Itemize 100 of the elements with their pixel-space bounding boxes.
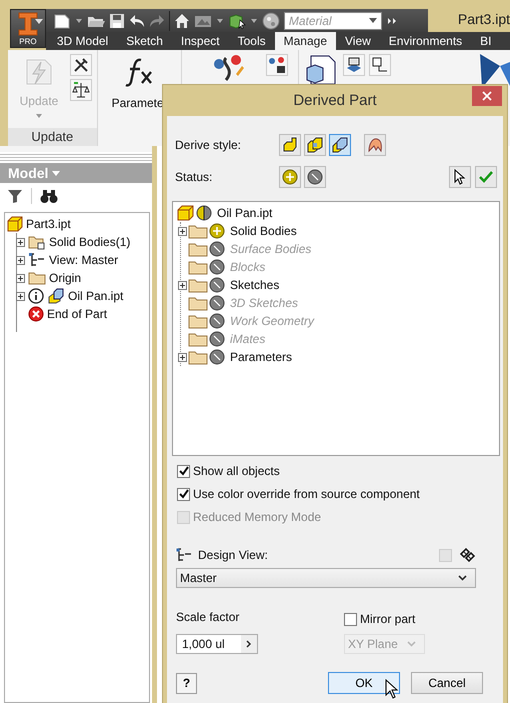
part-cube-icon [7, 216, 23, 232]
exclude-status-icon [209, 349, 225, 365]
folder-icon [28, 234, 46, 250]
mirror-checkbox[interactable] [344, 612, 357, 626]
expand-icon[interactable] [16, 292, 25, 300]
expand-icon[interactable] [178, 280, 187, 290]
ribbon-tab[interactable]: Tools [228, 32, 275, 50]
ribbon-tab[interactable]: 3D Model [48, 32, 118, 50]
error-icon [28, 306, 44, 322]
splitter-grip[interactable] [0, 146, 152, 163]
folder-icon [188, 349, 208, 365]
exclude-status-icon [209, 331, 225, 347]
ilogic-icon[interactable] [212, 54, 246, 84]
derive-style-button[interactable] [279, 134, 301, 156]
ribbon-tab[interactable]: View [336, 32, 380, 50]
caret-icon [36, 114, 42, 118]
checkbox-label: Show all objects [193, 464, 280, 478]
chevron-down-icon [407, 641, 416, 647]
application-button[interactable]: PRO [10, 9, 46, 48]
tree-item-label[interactable]: Parameters [230, 350, 292, 364]
caret-icon [368, 18, 377, 23]
merged-bodies-icon [307, 137, 323, 153]
design-view-icon [28, 252, 46, 268]
exclude-status-icon [209, 295, 225, 311]
undo-icon[interactable] [128, 14, 145, 28]
caret-icon[interactable] [216, 18, 223, 22]
folder-icon [188, 277, 208, 293]
surface-icon [367, 137, 383, 153]
expand-icon[interactable] [16, 274, 25, 282]
scale-factor-field[interactable]: 1,000 ul [176, 634, 258, 654]
tree-item-label[interactable]: Sketches [230, 278, 280, 292]
design-view-dropdown[interactable]: Master [176, 568, 476, 588]
dialog-title: Derived Part [293, 92, 377, 109]
checkmark-icon [479, 170, 493, 184]
browser-title: Model [8, 164, 48, 183]
close-button[interactable] [472, 86, 502, 106]
chevron-down-icon [458, 575, 467, 581]
cube-cursor-icon[interactable] [228, 12, 246, 28]
include-button[interactable] [279, 166, 301, 188]
folder-icon [188, 223, 208, 239]
rule-save-icon[interactable] [266, 54, 288, 76]
scale-factor-label: Scale factor [176, 610, 240, 626]
logo-icon [16, 11, 40, 37]
chevron-right-icon[interactable] [246, 640, 252, 648]
tree-item-label[interactable]: Solid Bodies [230, 224, 297, 238]
ribbon-tab[interactable]: Environments [380, 32, 472, 50]
folder-icon [188, 259, 208, 275]
export-icon[interactable] [369, 54, 391, 76]
window-title: Part3.ipt [458, 11, 510, 29]
tree-item-label[interactable]: View: Master [49, 253, 118, 267]
more-icon[interactable] [386, 16, 398, 26]
caret-icon [52, 170, 60, 176]
ribbon-tab[interactable]: Manage [274, 32, 336, 50]
cancel-button[interactable]: Cancel [411, 672, 483, 694]
save-icon[interactable] [108, 12, 125, 28]
part-cube-icon [177, 205, 195, 221]
checkbox[interactable] [177, 488, 190, 500]
edition-label: PRO [19, 37, 37, 46]
scale-icon[interactable] [70, 79, 92, 101]
exclude-button[interactable] [304, 166, 326, 188]
include-status-icon [209, 223, 225, 239]
folder-icon [188, 295, 208, 311]
derive-style-button[interactable] [364, 134, 386, 156]
tree-item[interactable]: Oil Pan.ipt [177, 204, 495, 222]
home-icon[interactable] [174, 12, 190, 28]
tree-item[interactable]: Part3.ipt [7, 215, 149, 233]
checkbox[interactable] [177, 464, 190, 478]
checkbox-label: Use color override from source component [193, 487, 420, 501]
folder-icon [28, 270, 46, 286]
pointer-icon [453, 169, 467, 185]
ribbon-tab[interactable]: Sketch [117, 32, 172, 50]
select-pointer-button[interactable] [449, 166, 471, 188]
expand-icon[interactable] [178, 226, 187, 236]
tools-icon[interactable] [70, 54, 92, 76]
help-button[interactable]: ? [176, 672, 197, 694]
derive-style-button[interactable] [304, 134, 326, 156]
expand-icon[interactable] [16, 238, 25, 246]
ok-button[interactable]: OK [328, 672, 400, 694]
filter-icon[interactable] [7, 188, 23, 204]
expand-icon[interactable] [178, 352, 187, 362]
tree-item-label[interactable]: Solid Bodies(1) [49, 235, 130, 249]
ribbon-tab[interactable]: BI [471, 32, 501, 50]
info-icon [28, 288, 44, 304]
tree-item-label[interactable]: Oil Pan.ipt [68, 289, 124, 303]
new-document-icon[interactable] [52, 12, 71, 28]
expand-icon[interactable] [16, 256, 25, 264]
caret-icon[interactable] [250, 18, 257, 22]
exclude-status-icon [209, 241, 225, 257]
caret-icon[interactable] [76, 18, 82, 22]
tree-item-label[interactable]: End of Part [47, 307, 108, 321]
tree-item-label[interactable]: Origin [49, 271, 82, 285]
include-icon [282, 169, 298, 185]
exclude-status-icon [209, 313, 225, 329]
derive-style-button[interactable] [329, 134, 351, 156]
associative-checkbox[interactable] [439, 548, 452, 562]
material-sphere-icon[interactable] [262, 12, 280, 30]
ribbon-tab[interactable]: Inspect [172, 32, 229, 50]
import-icon[interactable] [343, 54, 365, 76]
checkbox-label: Reduced Memory Mode [193, 510, 322, 524]
binoculars-icon[interactable] [40, 188, 58, 204]
